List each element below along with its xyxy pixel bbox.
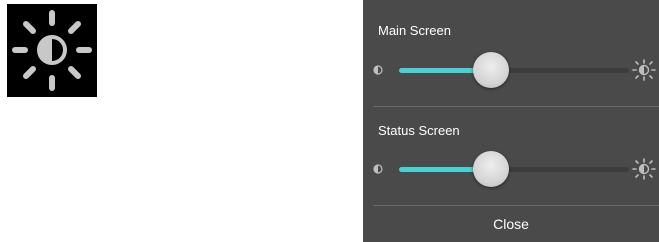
status-screen-title: Status Screen bbox=[378, 123, 460, 138]
main-screen-slider[interactable] bbox=[399, 52, 629, 88]
brightness-high-icon bbox=[632, 59, 656, 81]
brightness-tile[interactable] bbox=[7, 4, 97, 97]
main-screen-section: Main Screen bbox=[363, 0, 659, 107]
main-screen-slider-row bbox=[363, 50, 659, 90]
brightness-panel: Main Screen Status Screen Close bbox=[363, 0, 659, 242]
status-screen-slider-row bbox=[363, 149, 659, 189]
brightness-icon bbox=[12, 10, 92, 91]
brightness-low-icon bbox=[373, 164, 383, 174]
status-screen-slider[interactable] bbox=[399, 151, 629, 187]
brightness-high-icon bbox=[632, 158, 656, 180]
brightness-low-icon bbox=[373, 65, 383, 75]
main-screen-title: Main Screen bbox=[378, 23, 451, 38]
status-screen-section: Status Screen bbox=[363, 107, 659, 206]
status-screen-slider-thumb[interactable] bbox=[473, 151, 509, 187]
main-screen-slider-thumb[interactable] bbox=[473, 52, 509, 88]
close-button[interactable]: Close bbox=[363, 206, 659, 242]
